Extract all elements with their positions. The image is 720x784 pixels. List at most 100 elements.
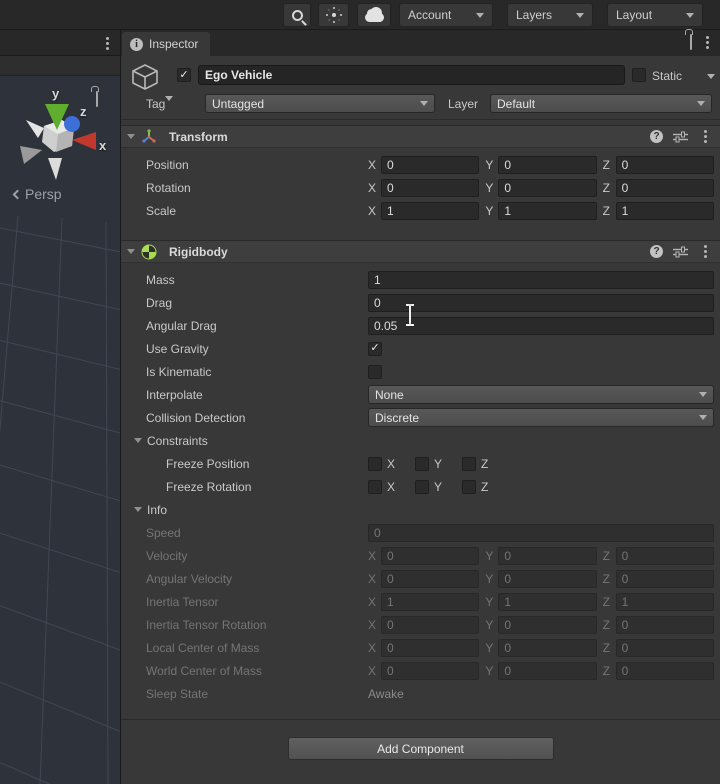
account-dropdown-label: Account bbox=[408, 8, 452, 22]
inspector-panel-menu-icon[interactable] bbox=[700, 33, 714, 51]
rotation-label: Rotation bbox=[146, 180, 191, 195]
z-axis-label: Z bbox=[602, 157, 610, 172]
layers-dropdown[interactable]: Layers bbox=[507, 3, 593, 27]
mass-field[interactable]: 1 bbox=[368, 270, 714, 289]
angular-velocity-x-field: 0 bbox=[381, 569, 480, 588]
info-label: Info bbox=[147, 502, 168, 517]
freeze-position-z-checkbox[interactable] bbox=[462, 456, 477, 471]
main-toolbar: Account Layers Layout bbox=[0, 0, 720, 30]
info-foldout[interactable]: Info bbox=[121, 498, 720, 521]
rotation-y-field[interactable]: 0 bbox=[498, 178, 597, 197]
component-menu-icon[interactable] bbox=[698, 243, 712, 261]
cloud-services-button[interactable] bbox=[357, 3, 391, 27]
angular-velocity-row: Angular Velocity X0 Y0 Z0 bbox=[121, 567, 720, 590]
drag-field[interactable]: 0 bbox=[368, 293, 714, 312]
rigidbody-header[interactable]: Rigidbody ? bbox=[121, 240, 720, 263]
foldout-arrow-icon[interactable] bbox=[127, 134, 135, 139]
cloud-icon bbox=[364, 6, 384, 22]
collision-detection-value: Discrete bbox=[375, 410, 420, 425]
activity-button[interactable] bbox=[318, 3, 349, 27]
x-axis-label: X bbox=[368, 203, 377, 218]
tag-label: Tag bbox=[146, 97, 166, 111]
speed-label: Speed bbox=[146, 525, 181, 540]
layout-dropdown[interactable]: Layout bbox=[607, 3, 703, 27]
account-dropdown[interactable]: Account bbox=[399, 3, 493, 27]
add-component-button[interactable]: Add Component bbox=[287, 737, 554, 760]
layers-dropdown-label: Layers bbox=[516, 8, 553, 22]
angular-velocity-z-field: 0 bbox=[615, 569, 714, 588]
interpolate-dropdown[interactable]: None bbox=[368, 385, 714, 404]
static-flags-caret[interactable] bbox=[707, 74, 715, 79]
z-axis-label: Z bbox=[602, 594, 610, 609]
tag-dropdown[interactable]: Untagged bbox=[205, 94, 435, 113]
static-label: Static bbox=[652, 69, 683, 83]
inertia-tensor-label: Inertia Tensor bbox=[146, 594, 219, 609]
help-icon[interactable]: ? bbox=[650, 130, 663, 143]
perspective-toggle[interactable]: Persp bbox=[12, 186, 62, 202]
gizmo-y-label[interactable]: y bbox=[52, 86, 59, 101]
layout-dropdown-label: Layout bbox=[616, 8, 653, 22]
collision-detection-dropdown[interactable]: Discrete bbox=[368, 408, 714, 427]
x-axis-label: X bbox=[368, 548, 377, 563]
mass-row: Mass 1 bbox=[121, 268, 720, 291]
foldout-arrow-icon[interactable] bbox=[127, 249, 135, 254]
inertia-tensor-rotation-x-field: 0 bbox=[381, 615, 480, 634]
is-kinematic-checkbox[interactable] bbox=[368, 364, 382, 379]
scene-gizmo-lock[interactable] bbox=[96, 91, 98, 107]
help-icon[interactable]: ? bbox=[650, 245, 663, 258]
rigidbody-icon bbox=[141, 244, 157, 259]
chevron-down-icon bbox=[420, 101, 428, 106]
angular-drag-field[interactable]: 0.05 bbox=[368, 316, 714, 335]
rotation-x-field[interactable]: 0 bbox=[381, 178, 480, 197]
search-icon bbox=[291, 9, 303, 21]
velocity-x-field: 0 bbox=[381, 546, 480, 565]
gameobject-active-checkbox[interactable] bbox=[177, 68, 191, 82]
freeze-position-y-checkbox[interactable] bbox=[415, 456, 430, 471]
freeze-position-x-checkbox[interactable] bbox=[368, 456, 382, 471]
scene-view-panel: y z x Persp bbox=[0, 30, 121, 784]
use-gravity-checkbox[interactable] bbox=[368, 341, 382, 356]
component-menu-icon[interactable] bbox=[698, 128, 712, 146]
y-axis-label: Y bbox=[434, 456, 443, 471]
perspective-label: Persp bbox=[25, 186, 62, 202]
gameobject-cube-icon[interactable] bbox=[130, 62, 160, 92]
inspector-lock-button[interactable] bbox=[690, 34, 692, 50]
layer-dropdown[interactable]: Default bbox=[490, 94, 712, 113]
x-axis-label: X bbox=[387, 456, 396, 471]
position-z-field[interactable]: 0 bbox=[615, 155, 714, 174]
transform-header[interactable]: Transform ? bbox=[121, 125, 720, 148]
constraints-foldout[interactable]: Constraints bbox=[121, 429, 720, 452]
position-y-field[interactable]: 0 bbox=[498, 155, 597, 174]
freeze-position-label: Freeze Position bbox=[166, 456, 250, 471]
inertia-tensor-rotation-y-field: 0 bbox=[498, 615, 597, 634]
gameobject-icon-caret[interactable] bbox=[165, 96, 173, 101]
presets-icon[interactable] bbox=[673, 246, 688, 258]
tab-inspector[interactable]: i Inspector bbox=[122, 32, 211, 56]
static-checkbox[interactable] bbox=[632, 68, 646, 82]
transform-body: Position X0 Y0 Z0 Rotation X0 Y0 Z0 Scal… bbox=[121, 148, 720, 228]
angular-velocity-y-field: 0 bbox=[498, 569, 597, 588]
scale-z-field[interactable]: 1 bbox=[615, 201, 714, 220]
transform-scale-row: Scale X1 Y1 Z1 bbox=[121, 199, 720, 222]
y-axis-label: Y bbox=[485, 594, 494, 609]
freeze-rotation-z-checkbox[interactable] bbox=[462, 479, 477, 494]
gizmo-z-label[interactable]: z bbox=[80, 104, 87, 119]
presets-icon[interactable] bbox=[673, 131, 688, 143]
x-axis-label: X bbox=[387, 479, 396, 494]
freeze-rotation-y-checkbox[interactable] bbox=[415, 479, 430, 494]
scale-y-field[interactable]: 1 bbox=[498, 201, 597, 220]
z-axis-label: Z bbox=[602, 180, 610, 195]
gameobject-name-field[interactable] bbox=[198, 65, 625, 85]
gizmo-x-label[interactable]: x bbox=[99, 138, 106, 153]
scale-x-field[interactable]: 1 bbox=[381, 201, 480, 220]
scene-panel-menu-icon[interactable] bbox=[100, 34, 114, 52]
search-button[interactable] bbox=[283, 3, 311, 27]
local-center-of-mass-label: Local Center of Mass bbox=[146, 640, 260, 655]
mass-label: Mass bbox=[146, 272, 175, 287]
world-center-of-mass-z-field: 0 bbox=[615, 661, 714, 680]
position-x-field[interactable]: 0 bbox=[381, 155, 480, 174]
freeze-rotation-x-checkbox[interactable] bbox=[368, 479, 382, 494]
scene-viewport[interactable]: y z x Persp bbox=[0, 76, 120, 784]
inertia-tensor-y-field: 1 bbox=[498, 592, 597, 611]
rotation-z-field[interactable]: 0 bbox=[615, 178, 714, 197]
